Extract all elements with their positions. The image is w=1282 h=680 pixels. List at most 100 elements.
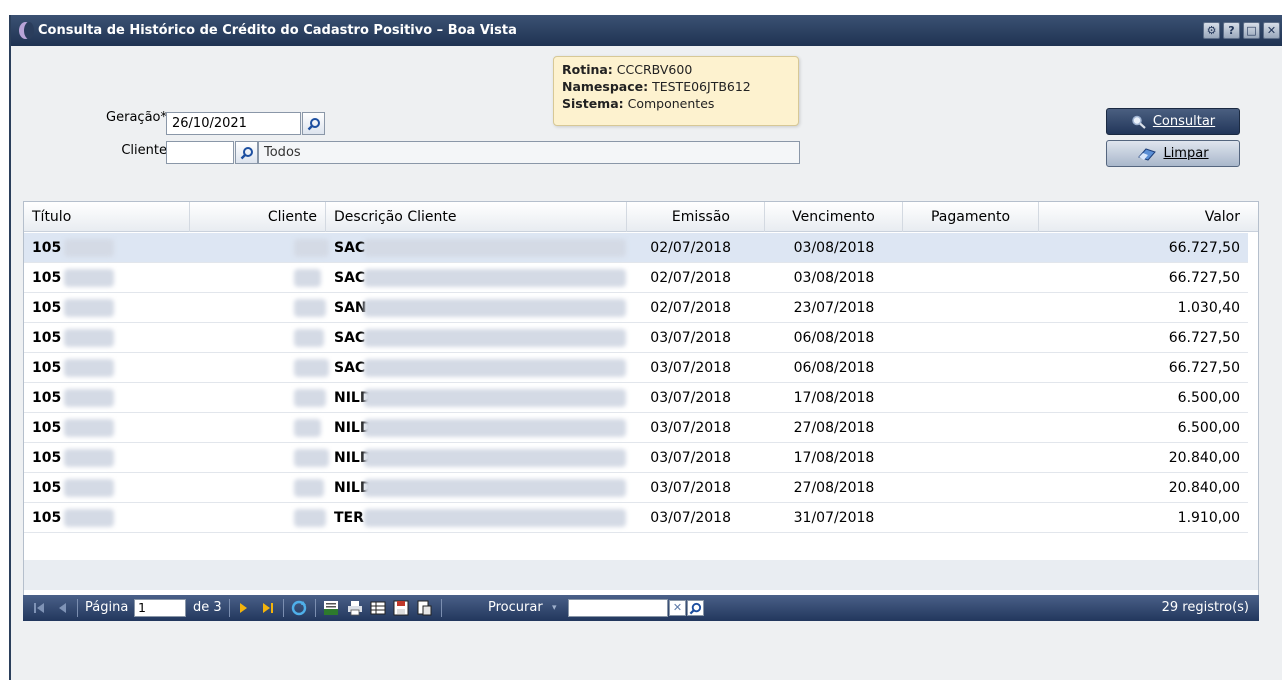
refresh-icon[interactable] [291,600,307,616]
pager-search-input[interactable] [568,599,668,617]
namespace-label: Namespace: [562,79,649,94]
limpar-button[interactable]: Limpar [1106,140,1240,167]
record-count: 29 registro(s) [1161,600,1249,615]
consultar-button[interactable]: Consultar [1106,108,1240,135]
cell-pagamento [903,293,1039,323]
table-row[interactable]: 105 SAC 03/07/2018 06/08/2018 66.727,50 [24,323,1248,353]
cell-vencimento: 17/08/2018 [793,390,875,406]
maximize-icon[interactable]: □ [1243,22,1260,39]
settings-icon[interactable]: ⚙ [1203,22,1220,39]
consultar-label: Consultar [1152,114,1216,129]
app-logo-icon [19,22,34,39]
cliente-search-icon[interactable] [235,141,258,164]
cell-emissao: 03/07/2018 [650,390,731,406]
cell-pagamento [903,353,1039,383]
cell-emissao: 03/07/2018 [650,330,731,346]
table-row[interactable]: 105 SAN 02/07/2018 23/07/2018 1.030,40 [24,293,1248,323]
pagination-bar: Página 1 de 3 Procurar ▾ ✕ 29 registro(s… [23,595,1259,621]
limpar-label: Limpar [1163,146,1209,161]
page-number-input[interactable]: 1 [134,599,186,617]
cell-emissao: 02/07/2018 [650,270,731,286]
cell-pagamento [903,233,1039,263]
cell-emissao: 02/07/2018 [650,300,731,316]
prev-page-icon[interactable] [57,595,67,621]
window-titlebar: Consulta de Histórico de Crédito do Cada… [11,15,1282,46]
cell-valor: 1.030,40 [1177,300,1240,316]
save-icon[interactable] [393,600,409,616]
eraser-icon [1138,147,1157,161]
cliente-input[interactable] [166,141,234,164]
col-vencimento[interactable]: Vencimento [765,202,903,232]
cell-emissao: 03/07/2018 [650,420,731,436]
col-emissao[interactable]: Emissão [627,202,765,232]
last-page-icon[interactable] [262,595,274,621]
cell-pagamento [903,323,1039,353]
geracao-input[interactable]: 26/10/2021 [166,112,301,135]
first-page-icon[interactable] [33,595,45,621]
columns-icon[interactable] [370,600,386,616]
col-cliente[interactable]: Cliente [190,202,326,232]
cell-valor: 66.727,50 [1168,330,1240,346]
col-descricao[interactable]: Descrição Cliente [326,202,627,232]
cell-vencimento: 06/08/2018 [793,360,875,376]
cell-vencimento: 23/07/2018 [793,300,875,316]
sistema-value: Componentes [627,96,715,111]
procurar-label[interactable]: Procurar [488,595,543,621]
cell-emissao: 02/07/2018 [650,240,731,256]
col-titulo[interactable]: Título [24,202,190,232]
print-icon[interactable] [347,600,363,616]
cell-vencimento: 03/08/2018 [793,270,875,286]
cell-valor: 6.500,00 [1177,420,1240,436]
col-pagamento[interactable]: Pagamento [903,202,1039,232]
pager-search-icon[interactable] [687,600,704,616]
procurar-dropdown-icon[interactable]: ▾ [552,595,557,621]
cell-vencimento: 17/08/2018 [793,450,875,466]
cell-vencimento: 06/08/2018 [793,330,875,346]
cell-valor: 1.910,00 [1177,510,1240,526]
geracao-search-icon[interactable] [302,112,325,135]
cell-emissao: 03/07/2018 [650,360,731,376]
cell-pagamento [903,263,1039,293]
cell-valor: 20.840,00 [1168,480,1240,496]
window-title: Consulta de Histórico de Crédito do Cada… [38,23,517,38]
cell-pagamento [903,503,1039,533]
export-csv-icon[interactable] [323,600,339,616]
rotina-value: CCCRBV600 [616,62,693,77]
cell-vencimento: 27/08/2018 [793,420,875,436]
cell-emissao: 03/07/2018 [650,450,731,466]
cliente-label: Cliente [121,143,167,158]
report-icon[interactable] [416,600,432,616]
rotina-label: Rotina: [562,62,613,77]
help-icon[interactable]: ? [1223,22,1240,39]
search-icon [1132,115,1146,129]
cell-vencimento: 27/08/2018 [793,480,875,496]
grid-empty-area [24,560,1258,590]
routine-info-tooltip: Rotina: CCCRBV600 Namespace: TESTE06JTB6… [553,56,799,126]
table-row[interactable]: 105 SAC 02/07/2018 03/08/2018 66.727,50 [24,263,1248,293]
cell-valor: 20.840,00 [1168,450,1240,466]
table-row[interactable]: 105 SAC 03/07/2018 06/08/2018 66.727,50 [24,353,1248,383]
cell-valor: 66.727,50 [1168,270,1240,286]
clear-search-icon[interactable]: ✕ [669,600,686,616]
table-row[interactable]: 105 SAC 02/07/2018 03/08/2018 66.727,50 [24,233,1248,263]
grid-header: Título Cliente Descrição Cliente Emissão… [24,202,1258,232]
geracao-label: Geração* [106,110,167,125]
sistema-label: Sistema: [562,96,624,111]
cliente-description: Todos [258,141,800,164]
table-row[interactable]: 105 TER 03/07/2018 31/07/2018 1.910,00 [24,503,1248,533]
col-valor[interactable]: Valor [1039,202,1248,232]
table-row[interactable]: 105 NILD 03/07/2018 27/08/2018 20.840,00 [24,473,1248,503]
main-window: Consulta de Histórico de Crédito do Cada… [9,15,1282,680]
table-row[interactable]: 105 NILD 03/07/2018 27/08/2018 6.500,00 [24,413,1248,443]
cell-pagamento [903,413,1039,443]
cell-valor: 66.727,50 [1168,240,1240,256]
cell-pagamento [903,443,1039,473]
cell-pagamento [903,383,1039,413]
cell-valor: 66.727,50 [1168,360,1240,376]
close-icon[interactable]: ✕ [1263,22,1280,39]
next-page-icon[interactable] [239,595,249,621]
cell-vencimento: 03/08/2018 [793,240,875,256]
table-row[interactable]: 105 NILD 03/07/2018 17/08/2018 20.840,00 [24,443,1248,473]
window-controls: ⚙ ? □ ✕ [1203,22,1280,39]
table-row[interactable]: 105 NILD 03/07/2018 17/08/2018 6.500,00 [24,383,1248,413]
